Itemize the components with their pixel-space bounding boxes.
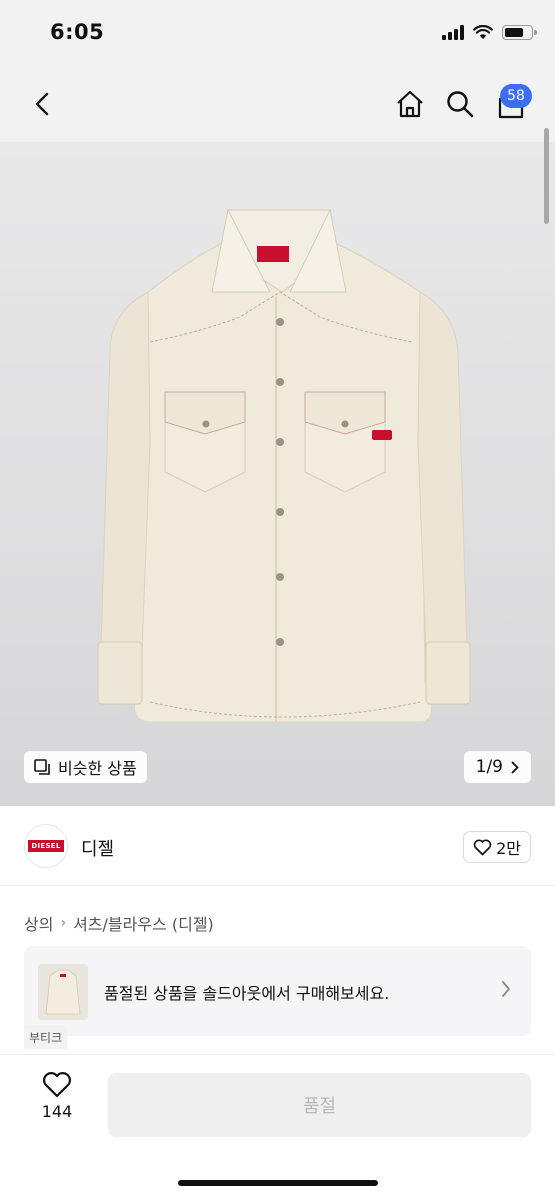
back-button[interactable] [26, 86, 58, 122]
heart-icon [473, 838, 492, 855]
battery-icon [502, 24, 537, 40]
cart-count-badge: 58 [500, 84, 532, 108]
brand-logo[interactable]: DIESEL [24, 824, 68, 868]
soldout-promo-banner[interactable]: 품절된 상품을 솔드아웃에서 구매해보세요. [24, 946, 531, 1036]
status-bar: 6:05 [0, 0, 555, 70]
search-icon [447, 91, 474, 118]
home-indicator [178, 1180, 378, 1186]
bottom-action-bar: 144 품절 [0, 1054, 555, 1200]
brand-like-button[interactable]: 2만 [463, 831, 531, 863]
banner-text: 품절된 상품을 솔드아웃에서 구매해보세요. [104, 984, 390, 1003]
chevron-right-icon: › [60, 915, 67, 931]
brand-like-count: 2만 [496, 839, 521, 858]
top-nav-bar [0, 70, 555, 142]
boutique-label: 부티크 [24, 1025, 68, 1049]
breadcrumb-item-category[interactable]: 상의 [24, 911, 53, 935]
scroll-indicator[interactable] [544, 128, 549, 224]
similar-products-button[interactable]: 비슷한 상품 [24, 751, 147, 783]
search-button[interactable] [443, 86, 477, 122]
breadcrumb: 상의 › 셔츠/블라우스 (디젤) [24, 911, 214, 935]
wishlist-button[interactable]: 144 [32, 1071, 82, 1121]
banner-product-thumbnail [38, 964, 88, 1020]
image-pager[interactable]: 1/9 [463, 751, 531, 783]
product-image-carousel[interactable] [0, 142, 555, 806]
home-button[interactable] [393, 86, 427, 122]
brand-name[interactable]: 디젤 [81, 835, 114, 861]
home-icon [397, 90, 423, 118]
signal-icon [442, 24, 464, 40]
status-time: 6:05 [50, 20, 105, 44]
brand-logo-text: DIESEL [28, 840, 64, 852]
sold-out-button[interactable]: 품절 [108, 1073, 531, 1137]
chevron-right-icon [502, 981, 511, 997]
page-indicator: 1/9 [475, 757, 503, 777]
product-shirt-image [97, 208, 471, 723]
chevron-left-icon [35, 92, 49, 116]
wifi-icon [473, 24, 493, 39]
copy-icon [34, 758, 50, 775]
heart-icon [43, 1072, 71, 1098]
chevron-right-icon [511, 761, 519, 773]
similar-products-label: 비슷한 상품 [58, 759, 137, 778]
brand-row: DIESEL 디젤 2만 [0, 806, 555, 886]
wishlist-count: 144 [41, 1102, 73, 1121]
status-icons [442, 24, 537, 40]
breadcrumb-item-subcategory[interactable]: 셔츠/블라우스 (디젤) [73, 911, 214, 935]
